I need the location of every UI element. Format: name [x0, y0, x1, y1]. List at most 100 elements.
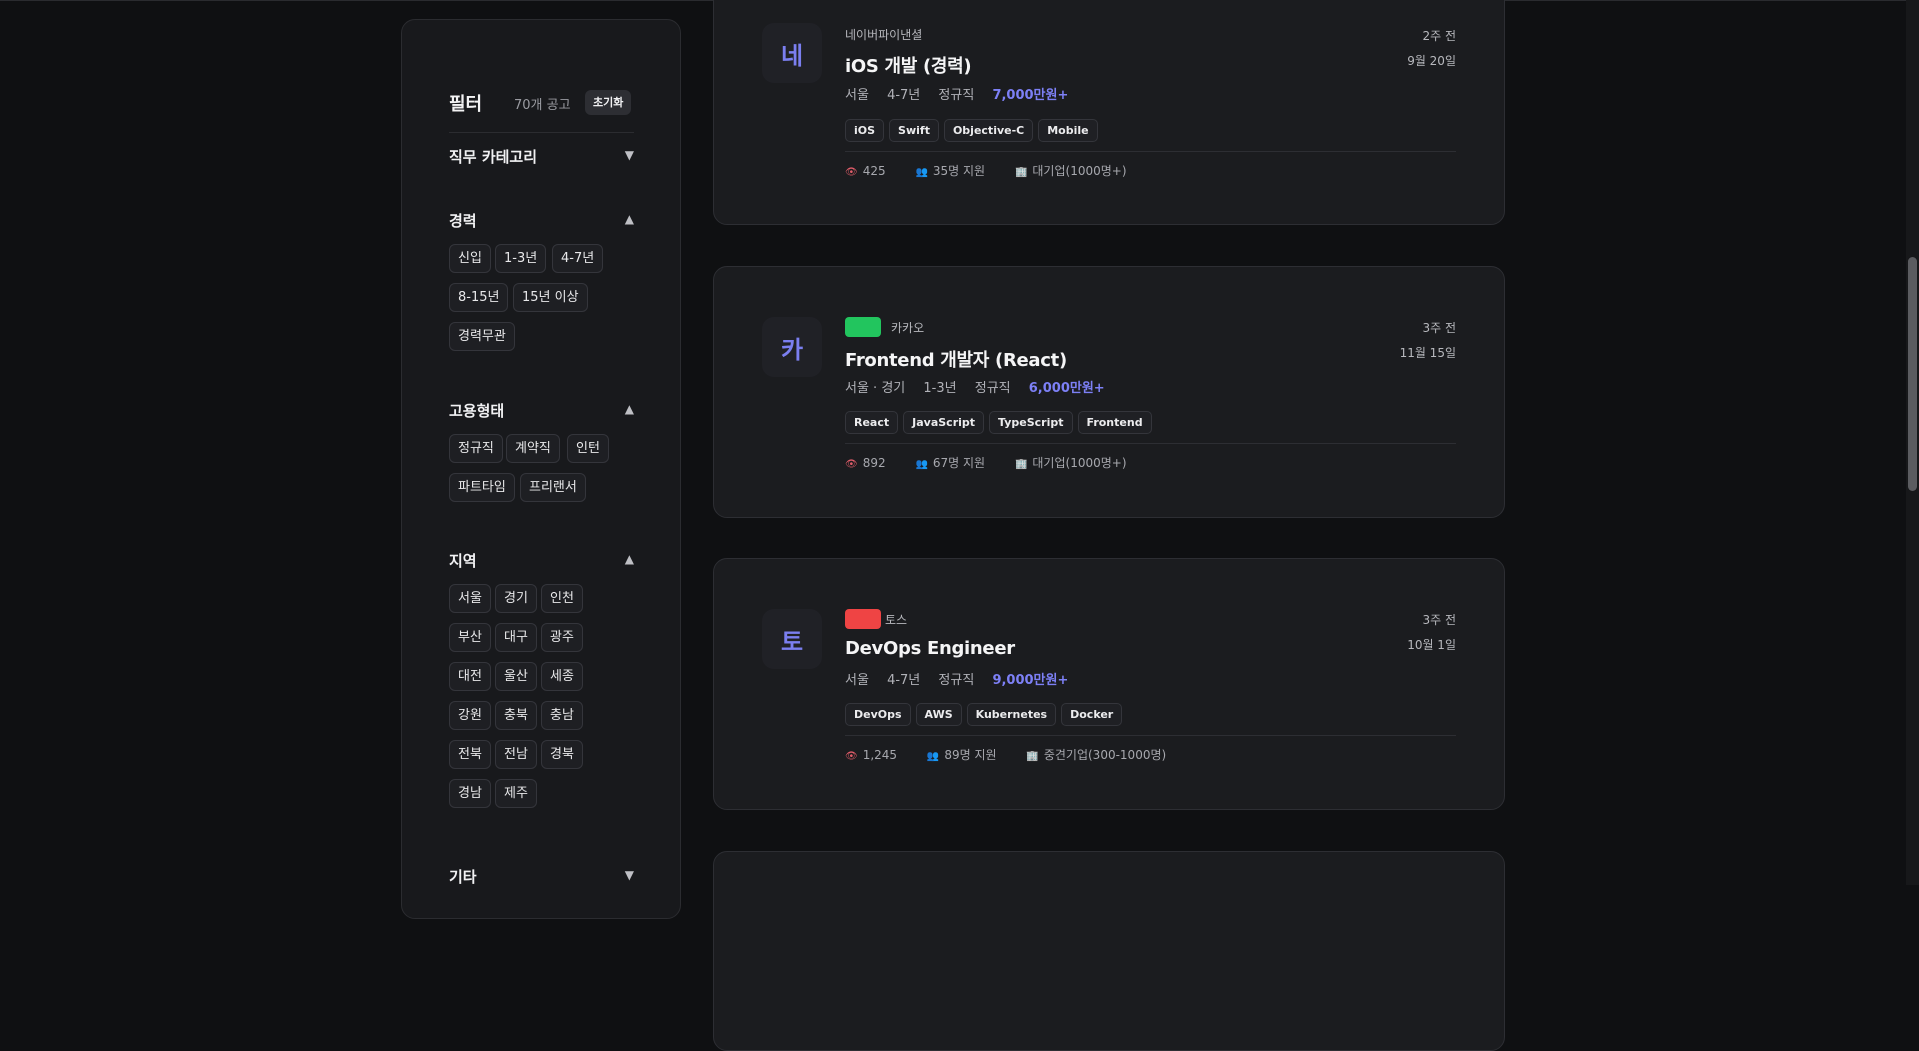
job-employment: 정규직	[938, 88, 975, 103]
building-icon: 🏢	[1026, 751, 1039, 762]
job-experience: 4-7년	[887, 673, 921, 688]
chip-region[interactable]: 전남	[495, 740, 537, 769]
scrollbar-thumb[interactable]	[1908, 257, 1917, 491]
applicants-count: 89명 지원	[944, 748, 997, 762]
chip-experience[interactable]: 신입	[449, 244, 491, 273]
chip-region[interactable]: 부산	[449, 623, 491, 652]
building-icon: 🏢	[1014, 459, 1028, 470]
section-title: 고용형태	[449, 402, 505, 420]
job-location: 서울 · 경기	[845, 381, 906, 396]
views-count: 425	[862, 164, 886, 178]
views-stat: 👁 892	[845, 456, 886, 470]
job-experience: 1-3년	[923, 381, 957, 396]
company-name: 카카오	[891, 321, 925, 335]
job-meta: 서울 · 경기 1-3년 정규직 6,000만원+	[845, 377, 1119, 396]
filter-header: 필터 70개 공고 초기화	[449, 73, 634, 133]
deadline-date: 9월 20일	[1407, 54, 1456, 68]
reset-button[interactable]: 초기화	[585, 90, 632, 115]
deadline-date: 10월 1일	[1407, 638, 1456, 652]
chevron-up-icon[interactable]: ▲	[625, 402, 634, 416]
chip-region[interactable]: 경기	[495, 584, 537, 613]
chevron-up-icon[interactable]: ▲	[625, 552, 634, 566]
posted-time: 3주 전	[1422, 321, 1456, 335]
chip-region[interactable]: 제주	[495, 779, 537, 808]
views-count: 1,245	[862, 748, 898, 762]
job-card[interactable]: 카 카카오 Frontend 개발자 (React) 서울 · 경기 1-3년 …	[713, 266, 1505, 518]
section-etc[interactable]: 기타 ▼	[449, 866, 634, 887]
chip-region[interactable]: 전북	[449, 740, 491, 769]
tag-list: DevOps AWS Kubernetes Docker	[845, 703, 1127, 726]
chip-region[interactable]: 강원	[449, 701, 491, 730]
chip-region[interactable]: 대전	[449, 662, 491, 691]
applicants-stat: 👥 67명 지원	[915, 454, 985, 471]
chip-region[interactable]: 광주	[541, 623, 583, 652]
company-name: 토스	[885, 613, 908, 627]
job-card[interactable]	[713, 851, 1505, 1051]
job-title[interactable]: Frontend 개발자 (React)	[845, 346, 1067, 372]
people-icon: 👥	[926, 751, 940, 762]
company-logo: 카	[762, 317, 822, 377]
tech-tag: Kubernetes	[966, 703, 1057, 726]
views-stat: 👁 425	[845, 164, 886, 178]
chip-region[interactable]: 대구	[495, 623, 537, 652]
job-employment: 정규직	[938, 673, 975, 688]
posted-time: 2주 전	[1422, 29, 1456, 43]
chip-region[interactable]: 인천	[541, 584, 583, 613]
chip-employment[interactable]: 인턴	[567, 434, 609, 463]
job-stats: 👁 1,245 👥 89명 지원 🏢 중견기업(300-1000명)	[845, 746, 1192, 763]
company-name: 네이버파이낸셜	[845, 28, 923, 42]
chip-region[interactable]: 경남	[449, 779, 491, 808]
eye-icon: 👁	[845, 751, 858, 762]
chip-region[interactable]: 경북	[541, 740, 583, 769]
people-icon: 👥	[915, 459, 928, 470]
chip-region[interactable]: 충북	[495, 701, 537, 730]
chip-experience[interactable]: 8-15년	[449, 283, 509, 312]
chip-experience[interactable]: 경력무관	[449, 322, 515, 351]
applicants-count: 35명 지원	[932, 164, 986, 178]
company-logo: 토	[762, 609, 822, 669]
chip-experience[interactable]: 1-3년	[495, 244, 547, 273]
company-size-stat: 🏢 대기업(1000명+)	[1015, 162, 1127, 179]
tech-tag: AWS	[915, 703, 962, 726]
chip-region[interactable]: 세종	[541, 662, 583, 691]
chip-employment[interactable]: 프리랜서	[520, 473, 586, 502]
posted-time: 3주 전	[1422, 613, 1456, 627]
chevron-down-icon[interactable]: ▼	[625, 148, 634, 162]
job-title[interactable]: DevOps Engineer	[845, 638, 1015, 659]
job-card[interactable]: 토 토스 DevOps Engineer 서울 4-7년 정규직 9,000만원…	[713, 558, 1505, 810]
chip-employment[interactable]: 계약직	[506, 434, 560, 463]
job-title[interactable]: iOS 개발 (경력)	[845, 52, 972, 78]
section-employment-type: 고용형태 ▲ 정규직 계약직 인턴 파트타임 프리랜서	[449, 400, 634, 502]
section-experience: 경력 ▲ 신입 1-3년 4-7년 8-15년 15년 이상 경력무관	[449, 210, 634, 351]
company-logo: 네	[762, 23, 822, 83]
company-size: 대기업(1000명+)	[1032, 164, 1127, 178]
chip-experience[interactable]: 4-7년	[552, 244, 604, 273]
section-title: 경력	[449, 212, 477, 230]
tech-tag: iOS	[845, 119, 885, 142]
eye-icon: 👁	[845, 459, 858, 470]
tech-tag: Swift	[889, 119, 939, 142]
chip-employment[interactable]: 정규직	[449, 434, 503, 463]
chip-region[interactable]: 울산	[495, 662, 537, 691]
applicants-count: 67명 지원	[932, 456, 986, 470]
filter-sidebar: 필터 70개 공고 초기화 직무 카테고리 ▼ 경력 ▲ 신입 1-3년 4-7…	[401, 19, 681, 919]
job-card[interactable]: 네 네이버파이낸셜 iOS 개발 (경력) 서울 4-7년 정규직 7,000만…	[713, 0, 1505, 225]
company-size: 대기업(1000명+)	[1032, 456, 1127, 470]
job-experience: 4-7년	[887, 88, 921, 103]
section-title: 직무 카테고리	[449, 148, 538, 166]
deadline-date: 11월 15일	[1399, 346, 1456, 360]
chevron-down-icon[interactable]: ▼	[625, 868, 634, 882]
chip-region[interactable]: 충남	[541, 701, 583, 730]
chevron-up-icon[interactable]: ▲	[625, 212, 634, 226]
section-job-category[interactable]: 직무 카테고리 ▼	[449, 146, 634, 167]
tag-list: React JavaScript TypeScript Frontend	[845, 411, 1157, 434]
chip-region[interactable]: 서울	[449, 584, 491, 613]
company-size: 중견기업(300-1000명)	[1043, 748, 1167, 762]
chip-experience[interactable]: 15년 이상	[513, 283, 588, 312]
chip-employment[interactable]: 파트타임	[449, 473, 515, 502]
building-icon: 🏢	[1014, 167, 1028, 178]
company-size-stat: 🏢 대기업(1000명+)	[1015, 454, 1127, 471]
tech-tag: DevOps	[845, 703, 911, 726]
people-icon: 👥	[915, 167, 928, 178]
card-divider	[845, 735, 1456, 736]
